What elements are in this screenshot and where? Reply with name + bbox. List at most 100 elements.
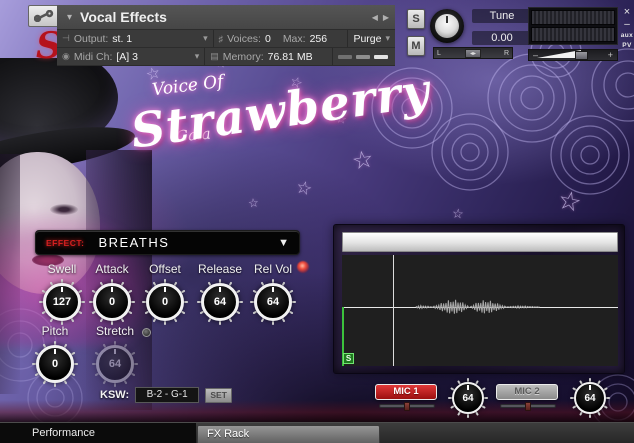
memory-info: ▤ Memory: 76.81 MB	[205, 48, 333, 65]
triangle-down-icon: ▼	[278, 236, 289, 249]
header-row-1: ⊣ Output: st. 1 ▾ ♯ Voices: 0 Max: 256 P…	[57, 30, 395, 48]
output-icon: ⊣	[62, 33, 70, 43]
max-label: Max:	[282, 32, 306, 45]
prev-instrument-icon[interactable]: ◀	[372, 13, 378, 22]
midi-channel-select[interactable]: ◉ Midi Ch: [A] 3 ▾	[57, 48, 206, 65]
mute-button[interactable]: M	[407, 36, 425, 56]
bottom-tab-bar: Performance FX Rack	[0, 422, 634, 443]
mic1-slider[interactable]	[379, 402, 435, 411]
stretch-value: 64	[96, 345, 134, 383]
memory-value: 76.81 MB	[267, 50, 313, 63]
release-knob[interactable]: 64	[197, 279, 243, 325]
release-value: 64	[201, 283, 239, 321]
waveform-panel: S	[333, 224, 625, 374]
pan-slider[interactable]: L ◂▸ R	[433, 47, 513, 59]
waveform-squiggle	[415, 299, 540, 314]
rel-vol-label: Rel Vol	[253, 262, 293, 276]
stretch-toggle[interactable]	[142, 328, 151, 337]
output-select[interactable]: ⊣ Output: st. 1 ▾	[57, 30, 214, 47]
ksw-range-field[interactable]: B-2 - G-1	[135, 387, 200, 403]
memory-icon: ▤	[210, 51, 219, 61]
voices-label: Voices:	[227, 32, 261, 45]
header-row-2: ◉ Midi Ch: [A] 3 ▾ ▤ Memory: 76.81 MB	[57, 48, 395, 66]
pan-left-label: L	[437, 49, 441, 57]
mic1-volume-value: 64	[452, 382, 484, 414]
swell-value: 127	[43, 283, 81, 321]
aux-button[interactable]: aux	[620, 32, 634, 39]
offset-knob-group: Offset 0	[137, 262, 193, 325]
pitch-knob-group: Pitch 0	[27, 324, 83, 387]
rel-vol-knob[interactable]: 64	[250, 279, 296, 325]
volume-slider[interactable]: – +	[528, 49, 618, 61]
output-label: Output:	[73, 32, 109, 45]
mic2-slider[interactable]	[500, 402, 556, 411]
pitch-knob[interactable]: 0	[32, 341, 78, 387]
ksw-set-button[interactable]: SET	[205, 387, 233, 403]
stretch-knob-group: Stretch 64	[87, 324, 143, 387]
attack-knob[interactable]: 0	[89, 279, 135, 325]
star-icon: ☆	[555, 183, 585, 219]
instrument-header: ▾ Vocal Effects ◀ ▶ ⊣ Output: st. 1 ▾ ♯ …	[57, 5, 395, 66]
voices-icon: ♯	[218, 33, 224, 44]
release-knob-group: Release 64	[192, 262, 248, 325]
star-icon: ☆	[349, 145, 376, 176]
pan-handle[interactable]: ◂▸	[465, 49, 481, 58]
level-meters	[528, 7, 618, 45]
star-icon: ☆	[247, 195, 260, 211]
mic2-slider-handle[interactable]	[525, 402, 531, 411]
level-meter-left	[531, 10, 615, 25]
effect-dropdown[interactable]: EFFECT: BREATHS ▼	[35, 230, 300, 255]
purge-bar	[356, 54, 370, 59]
mic1-knob-group: 64	[440, 378, 496, 418]
instrument-window: ☆ ☆ ☆ ☆ ☆ ☆ ☆ ☆ ☆ ☆ Voice Of Gaia Strawb…	[0, 0, 634, 443]
offset-label: Offset	[149, 262, 181, 276]
logo-strawberry: Strawberry	[127, 63, 434, 160]
start-marker-badge[interactable]: S	[343, 353, 354, 364]
output-value: st. 1	[112, 32, 133, 45]
mic2-volume-knob[interactable]: 64	[570, 378, 610, 418]
solo-button[interactable]: S	[407, 9, 425, 29]
pv-button[interactable]: PV	[620, 42, 634, 49]
chevron-down-icon[interactable]: ▾	[67, 12, 72, 23]
level-meter-right	[531, 27, 615, 42]
rel-vol-value: 64	[254, 283, 292, 321]
voices-value: 0	[264, 32, 271, 45]
next-instrument-icon[interactable]: ▶	[383, 13, 389, 22]
purge-menu[interactable]: Purge ▾	[348, 30, 395, 47]
instrument-title: Vocal Effects	[80, 9, 167, 25]
tune-label: Tune	[472, 9, 532, 23]
offset-value: 0	[146, 283, 184, 321]
mic2-button[interactable]: MIC 2	[496, 384, 558, 400]
swell-knob[interactable]: 127	[39, 279, 85, 325]
attack-label: Attack	[95, 262, 129, 276]
tune-value: 0.00	[472, 31, 532, 45]
close-icon[interactable]: ×	[620, 7, 634, 18]
mic2-knob-group: 64	[562, 378, 618, 418]
pitch-label: Pitch	[41, 324, 69, 338]
memory-label: Memory:	[222, 50, 264, 63]
tune-knob[interactable]	[430, 9, 464, 43]
tab-performance[interactable]: Performance	[0, 423, 196, 443]
star-icon: ☆	[287, 72, 306, 92]
logo-voice-of: Voice Of	[151, 71, 225, 101]
minimize-icon[interactable]: –	[620, 20, 634, 30]
attack-value: 0	[93, 283, 131, 321]
tab-fx-rack[interactable]: FX Rack	[197, 425, 380, 443]
stretch-knob[interactable]: 64	[92, 341, 138, 387]
waveform-scrollbar[interactable]	[342, 232, 618, 252]
mic1-slider-handle[interactable]	[404, 402, 410, 411]
hat-brim-art	[0, 117, 138, 183]
waveform-display[interactable]: S	[342, 255, 618, 366]
rel-vol-knob-group: Rel Vol 64	[245, 262, 301, 325]
hair-art	[0, 154, 20, 394]
offset-knob[interactable]: 0	[142, 279, 188, 325]
title-bar: ▾ Vocal Effects ◀ ▶	[57, 5, 395, 30]
volume-plus-label: +	[607, 50, 613, 60]
eye-art	[50, 204, 78, 215]
mic2-volume-value: 64	[574, 382, 606, 414]
mic1-volume-knob[interactable]: 64	[448, 378, 488, 418]
effect-value: BREATHS	[98, 235, 170, 250]
mic1-button[interactable]: MIC 1	[375, 384, 437, 400]
purge-bar	[374, 54, 388, 59]
volume-handle[interactable]	[575, 51, 588, 60]
